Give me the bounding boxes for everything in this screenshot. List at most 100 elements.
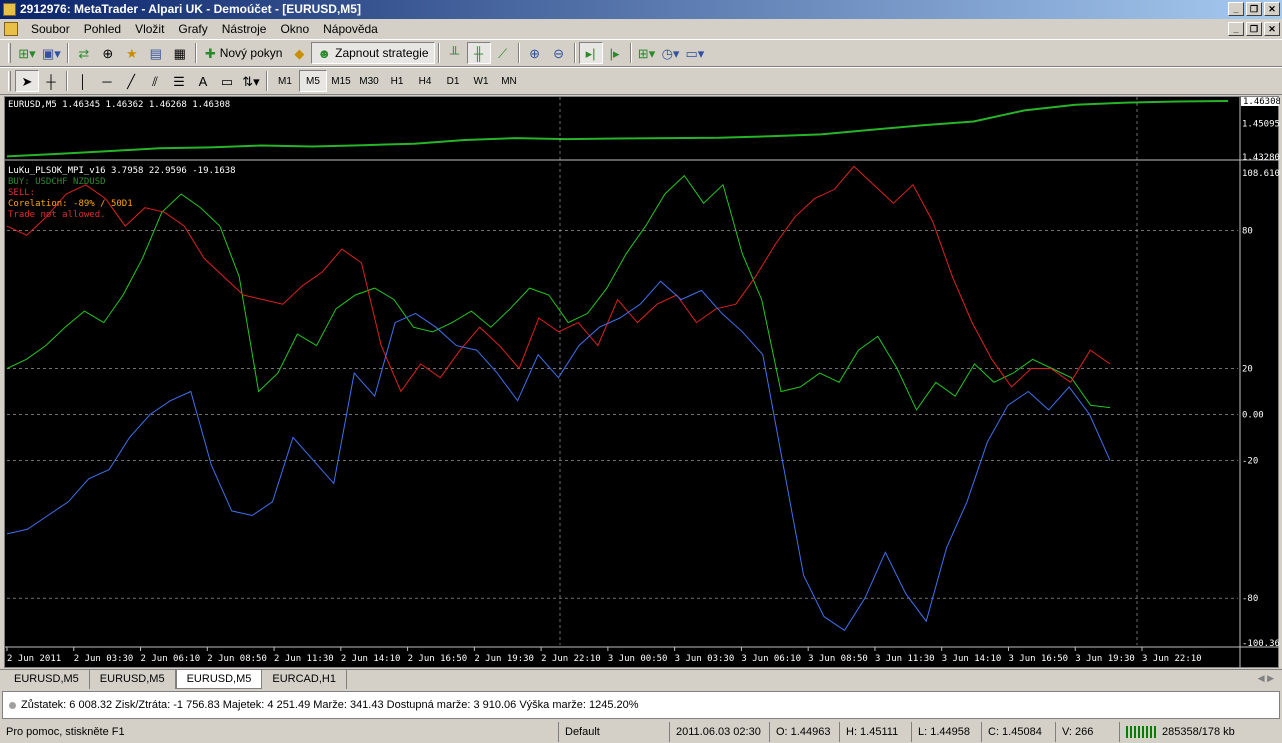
- status-low: L: 1.44958: [911, 722, 981, 742]
- drawing-toolbar: ➤ ┼ │ ─ ╱ ⫽ ☰ A ▭ ⇅▾ M1 M5 M15 M30 H1 H4…: [0, 67, 1282, 95]
- timeframe-h1[interactable]: H1: [383, 70, 411, 92]
- timeframe-mn[interactable]: MN: [495, 70, 523, 92]
- terminal-panel: Zůstatek: 6 008.32 Zisk/Ztráta: -1 756.8…: [2, 691, 1280, 719]
- trendline-button[interactable]: ╱: [119, 70, 143, 92]
- status-profile: Default: [558, 722, 669, 742]
- arrows-button[interactable]: ⇅▾: [239, 70, 263, 92]
- line-chart-button[interactable]: ⟋: [491, 42, 515, 64]
- timeframe-m1[interactable]: M1: [271, 70, 299, 92]
- profiles-icon: ▣▾: [42, 45, 61, 61]
- text-button[interactable]: A: [191, 70, 215, 92]
- terminal-icon: ▤: [149, 45, 162, 61]
- traffic-label: 285358/178 kb: [1162, 726, 1235, 738]
- zoom-out-button[interactable]: ⊖: [547, 42, 571, 64]
- navigator-button[interactable]: ★: [120, 42, 144, 64]
- menu-bar: Soubor Pohled Vložit Grafy Nástroje Okno…: [0, 19, 1282, 39]
- vertical-line-button[interactable]: │: [71, 70, 95, 92]
- minimize-icon[interactable]: _: [1228, 2, 1244, 16]
- tab-eurusd-m5-3[interactable]: EURUSD,M5: [175, 670, 263, 689]
- restore-icon[interactable]: ❐: [1246, 2, 1262, 16]
- chart-canvas[interactable]: 1.46308 1.45095 1.43280 108.6108 80 20 0.00 -20…: [5, 97, 1280, 669]
- templates-button[interactable]: ▭▾: [683, 42, 708, 64]
- new-chart-button[interactable]: ⊞▾: [15, 42, 39, 64]
- menu-napoveda[interactable]: Nápověda: [316, 19, 385, 39]
- chart-shift-button[interactable]: |▸: [603, 42, 627, 64]
- close-icon[interactable]: ✕: [1264, 2, 1280, 16]
- market-watch-button[interactable]: ⇄: [72, 42, 96, 64]
- time-tick-label: 3 Jun 00:50: [608, 654, 668, 664]
- timeframe-m5[interactable]: M5: [299, 70, 327, 92]
- time-tick-label: 2 Jun 16:50: [408, 654, 468, 664]
- tab-eurcad-h1[interactable]: EURCAD,H1: [262, 670, 347, 689]
- time-tick-label: 2 Jun 22:10: [541, 654, 601, 664]
- expert-advisors-button[interactable]: ☻ Zapnout strategie: [311, 42, 435, 64]
- horizontal-line-button[interactable]: ─: [95, 70, 119, 92]
- strategy-tester-button[interactable]: ▦: [168, 42, 192, 64]
- standard-toolbar: ⊞▾ ▣▾ ⇄ ⊕ ★ ▤ ▦ ✚ Nový pokyn ◆ ☻ Zapnout…: [0, 39, 1282, 67]
- indicators-button[interactable]: ⊞▾: [635, 42, 659, 64]
- timeframe-m15[interactable]: M15: [327, 70, 355, 92]
- chart-close-icon[interactable]: ✕: [1264, 22, 1280, 36]
- time-tick-label: 2 Jun 2011: [7, 654, 61, 664]
- tester-icon: ▦: [173, 45, 186, 61]
- tab-eurusd-m5-1[interactable]: EURUSD,M5: [4, 670, 90, 689]
- fibonacci-button[interactable]: ☰: [167, 70, 191, 92]
- indicator-tick-label: 20: [1242, 365, 1253, 375]
- timeframe-m30[interactable]: M30: [355, 70, 383, 92]
- status-volume: V: 266: [1055, 722, 1119, 742]
- chart-minimize-icon[interactable]: _: [1228, 22, 1244, 36]
- timeframe-h4[interactable]: H4: [411, 70, 439, 92]
- menu-nastroje[interactable]: Nástroje: [215, 19, 274, 39]
- strategy-label: Zapnout strategie: [335, 46, 429, 60]
- zoom-in-icon: ⊕: [529, 45, 540, 61]
- cursor-icon: ➤: [21, 73, 33, 89]
- zoom-out-icon: ⊖: [553, 45, 564, 61]
- timeframe-d1[interactable]: D1: [439, 70, 467, 92]
- menu-soubor[interactable]: Soubor: [24, 19, 77, 39]
- chart-shift-icon: |▸: [609, 45, 620, 61]
- indicator-tick-label: -20: [1242, 456, 1258, 466]
- line-chart-icon: ⟋: [497, 45, 508, 61]
- auto-scroll-button[interactable]: ▸|: [578, 42, 603, 64]
- tab-scroll-arrows[interactable]: ◀ ▶: [1258, 673, 1274, 684]
- zoom-in-button[interactable]: ⊕: [523, 42, 547, 64]
- terminal-button[interactable]: ▤: [144, 42, 168, 64]
- cursor-button[interactable]: ➤: [15, 70, 39, 92]
- buy-text: BUY: USDCHF NZDUSD: [8, 177, 106, 187]
- channel-icon: ⫽: [152, 73, 158, 89]
- metatrader-icon: [3, 3, 16, 16]
- window-title: 2912976: MetaTrader - Alpari UK - Demoúč…: [20, 2, 361, 16]
- timeframe-w1[interactable]: W1: [467, 70, 495, 92]
- candlestick-icon: ╫: [473, 45, 484, 61]
- candlestick-button[interactable]: ╫: [466, 42, 491, 64]
- channel-button[interactable]: ⫽: [143, 70, 167, 92]
- data-window-button[interactable]: ⊕: [96, 42, 120, 64]
- new-order-icon: ✚: [204, 45, 216, 61]
- toolbar-grip-2[interactable]: [8, 71, 11, 91]
- menu-pohled[interactable]: Pohled: [77, 19, 128, 39]
- crosshair-button[interactable]: ┼: [39, 70, 63, 92]
- account-summary: Zůstatek: 6 008.32 Zisk/Ztráta: -1 756.8…: [21, 699, 639, 711]
- indicator-header: LuKu_PLSOK_MPI_v16 3.7958 22.9596 -19.16…: [8, 166, 236, 176]
- profiles-button[interactable]: ▣▾: [39, 42, 64, 64]
- chart-restore-icon[interactable]: ❐: [1246, 22, 1262, 36]
- time-tick-label: 3 Jun 03:30: [675, 654, 735, 664]
- periods-button[interactable]: ◷▾: [659, 42, 683, 64]
- arrows-icon: ⇅▾: [242, 73, 260, 89]
- trade-status-text: Trade not allowed.: [8, 210, 106, 220]
- bar-chart-button[interactable]: ╨: [443, 42, 467, 64]
- label-button[interactable]: ▭: [215, 70, 239, 92]
- menu-vlozit[interactable]: Vložit: [128, 19, 171, 39]
- chart-window[interactable]: 1.46308 1.45095 1.43280 108.6108 80 20 0.00 -20…: [4, 96, 1280, 669]
- tab-eurusd-m5-2[interactable]: EURUSD,M5: [90, 670, 176, 689]
- price-tick-label: 1.46308: [1243, 97, 1280, 107]
- new-order-button[interactable]: ✚ Nový pokyn: [200, 42, 288, 64]
- vertical-line-icon: │: [78, 73, 88, 89]
- price-tick-label: 1.45095: [1242, 119, 1280, 129]
- menu-okno[interactable]: Okno: [273, 19, 316, 39]
- menu-grafy[interactable]: Grafy: [171, 19, 214, 39]
- toolbar-grip[interactable]: [8, 43, 11, 63]
- metaeditor-button[interactable]: ◆: [287, 42, 311, 64]
- chart-window-icon[interactable]: [4, 22, 18, 36]
- new-order-label: Nový pokyn: [219, 46, 283, 60]
